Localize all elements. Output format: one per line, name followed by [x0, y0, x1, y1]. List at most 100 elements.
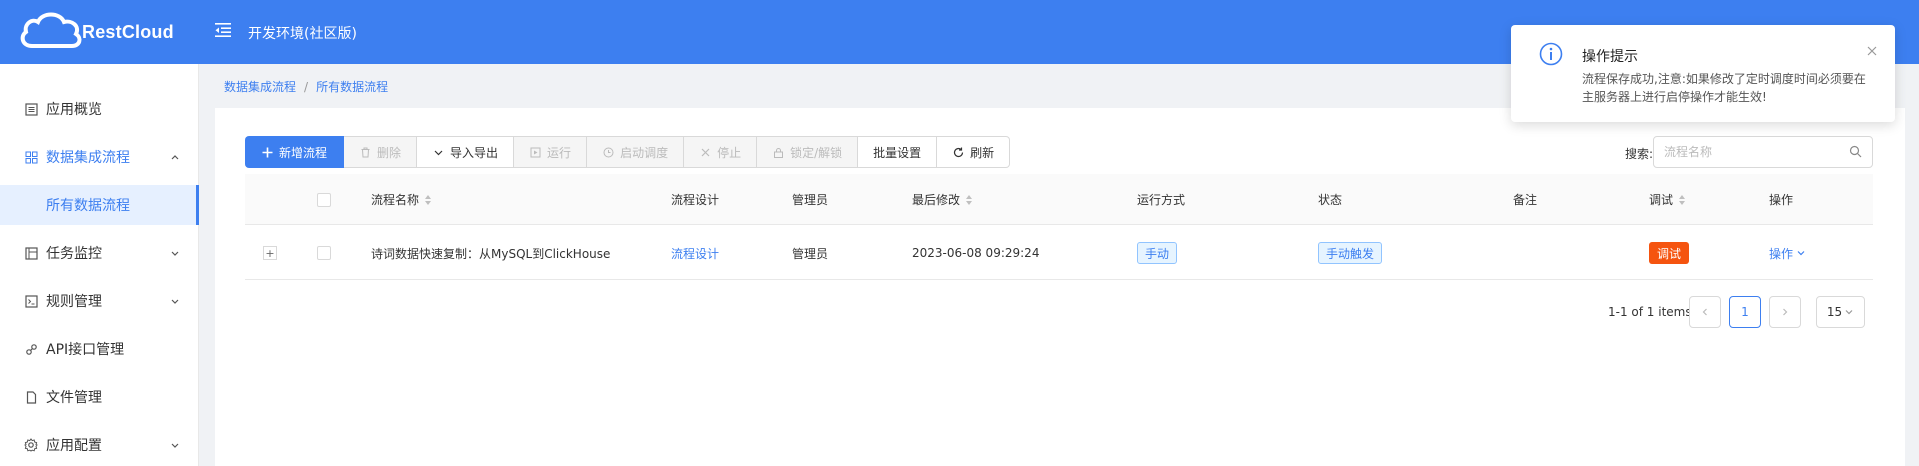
button-label: 新增流程	[279, 145, 328, 160]
plus-icon	[261, 146, 273, 158]
add-flow-button[interactable]: 新增流程	[245, 136, 345, 168]
chevron-down-icon	[1845, 310, 1853, 315]
refresh-button[interactable]: 刷新	[937, 136, 1011, 168]
sidebar-item-rules[interactable]: 规则管理	[0, 277, 199, 325]
debug-cell: 调试	[1649, 226, 1690, 280]
sort-icon[interactable]	[1679, 194, 1686, 205]
chevron-down-icon	[171, 251, 179, 256]
actions-dropdown[interactable]: 操作	[1769, 245, 1806, 262]
column-header-admin: 管理员	[792, 174, 828, 225]
lock-unlock-button[interactable]: 锁定/解锁	[757, 136, 859, 168]
flow-name[interactable]: 诗词数据快速复制：从MySQL到ClickHouse	[371, 226, 610, 280]
run-mode-cell: 手动	[1137, 226, 1178, 280]
search-input[interactable]	[1653, 136, 1873, 168]
sidebar-item-task-monitor[interactable]: 任务监控	[0, 229, 199, 277]
close-icon[interactable]	[1866, 45, 1878, 57]
stop-button[interactable]: 停止	[684, 136, 758, 168]
button-label: 批量设置	[873, 145, 922, 160]
column-header-design: 流程设计	[671, 174, 719, 225]
prev-page-button[interactable]	[1689, 296, 1721, 328]
button-label: 启动调度	[620, 145, 669, 160]
column-label: 备注	[1513, 193, 1538, 207]
refresh-icon	[952, 146, 964, 158]
sidebar-item-label: 所有数据流程	[46, 198, 130, 214]
monitor-icon	[24, 246, 38, 260]
column-label: 调试	[1649, 193, 1674, 207]
column-label: 管理员	[792, 193, 829, 207]
sidebar-item-app-config[interactable]: 应用配置	[0, 421, 199, 466]
chevron-left-icon	[1702, 308, 1707, 316]
actions-cell: 操作	[1769, 226, 1806, 280]
next-page-button[interactable]	[1769, 296, 1801, 328]
close-icon	[699, 146, 711, 158]
select-all-checkbox[interactable]	[317, 174, 331, 225]
batch-settings-button[interactable]: 批量设置	[858, 136, 938, 168]
column-header-status: 状态	[1318, 174, 1342, 225]
chevron-down-icon	[1797, 251, 1805, 256]
environment-title[interactable]: 开发环境(社区版)	[248, 23, 357, 43]
sidebar-item-label: API接口管理	[46, 342, 125, 358]
row-checkbox[interactable]	[317, 226, 331, 280]
run-icon	[529, 146, 541, 158]
import-export-button[interactable]: 导入导出	[417, 136, 515, 168]
sidebar-item-all-flows[interactable]: 所有数据流程	[0, 185, 199, 225]
sort-icon[interactable]	[966, 194, 973, 205]
menu-fold-icon[interactable]	[214, 21, 232, 39]
info-icon	[1539, 42, 1563, 66]
debug-button[interactable]: 调试	[1649, 242, 1690, 264]
button-label: 运行	[547, 145, 572, 160]
clock-icon	[602, 146, 614, 158]
logo-text: RestCloud	[82, 21, 174, 42]
run-button[interactable]: 运行	[514, 136, 588, 168]
start-schedule-button[interactable]: 启动调度	[587, 136, 685, 168]
breadcrumb-item[interactable]: 所有数据流程	[316, 78, 388, 95]
breadcrumb-item[interactable]: 数据集成流程	[224, 78, 296, 95]
api-icon	[24, 342, 38, 356]
sidebar-item-label: 规则管理	[46, 294, 102, 310]
column-label: 状态	[1318, 193, 1343, 207]
logo[interactable]: RestCloud	[18, 12, 174, 52]
sidebar-item-label: 数据集成流程	[46, 150, 130, 166]
column-header-modified[interactable]: 最后修改	[912, 174, 973, 225]
grid-icon	[24, 150, 38, 164]
table-header: 流程名称 流程设计 管理员 最后修改 运行方式 状态 备注 调试 操作	[245, 174, 1873, 225]
rules-icon	[24, 294, 38, 308]
column-label: 流程名称	[371, 193, 420, 207]
column-label: 流程设计	[671, 193, 720, 207]
file-icon	[24, 390, 38, 404]
sidebar-item-label: 应用配置	[46, 438, 102, 454]
page-size-value: 15	[1826, 305, 1843, 319]
notification-message: 流程保存成功,注意:如果修改了定时调度时间必须要在主服务器上进行启停操作才能生效…	[1582, 72, 1866, 104]
status-tag: 手动触发	[1318, 242, 1383, 264]
actions-label: 操作	[1769, 246, 1794, 261]
modified-cell: 2023-06-08 09:29:24	[912, 246, 1040, 260]
pagination-info: 1-1 of 1 items	[1608, 305, 1692, 319]
button-label: 停止	[717, 145, 742, 160]
column-label: 最后修改	[912, 193, 961, 207]
expand-row-button[interactable]: +	[263, 226, 277, 280]
column-header-name[interactable]: 流程名称	[371, 174, 432, 225]
flow-design-link[interactable]: 流程设计	[671, 226, 719, 280]
sidebar-item-files[interactable]: 文件管理	[0, 373, 199, 421]
column-header-debug[interactable]: 调试	[1649, 174, 1686, 225]
sort-icon[interactable]	[425, 194, 432, 205]
overview-icon	[24, 102, 38, 116]
column-label: 操作	[1769, 193, 1794, 207]
column-label: 运行方式	[1137, 193, 1186, 207]
sidebar-item-overview[interactable]: 应用概览	[0, 85, 199, 133]
cloud-logo-icon	[20, 12, 82, 48]
sidebar-item-label: 任务监控	[46, 246, 102, 262]
page-button[interactable]: 1	[1729, 296, 1761, 328]
breadcrumb: 数据集成流程 / 所有数据流程	[224, 78, 388, 95]
sidebar-item-data-integration[interactable]: 数据集成流程	[0, 133, 199, 181]
table-row: + 诗词数据快速复制：从MySQL到ClickHouse 流程设计 管理员 20…	[245, 226, 1873, 280]
page-size-select[interactable]: 15	[1816, 296, 1865, 328]
search-icon[interactable]	[1849, 145, 1862, 158]
delete-button[interactable]: 删除	[344, 136, 418, 168]
sidebar-item-api[interactable]: API接口管理	[0, 325, 199, 373]
sidebar-item-label: 应用概览	[46, 102, 102, 118]
chevron-down-icon	[432, 146, 444, 158]
button-label: 导入导出	[450, 145, 499, 160]
toolbar: 新增流程 删除 导入导出 运行 启动调度 停止 锁定/解锁 批量设置 刷新	[245, 136, 1011, 168]
breadcrumb-separator: /	[304, 79, 309, 94]
